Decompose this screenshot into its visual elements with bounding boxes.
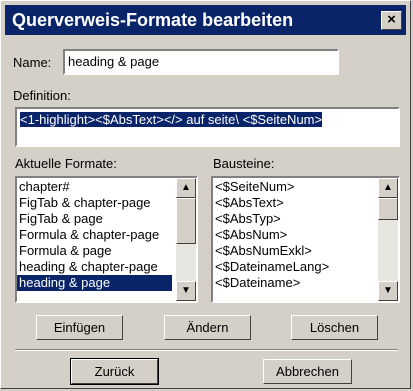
current-formats-list[interactable]: chapter# FigTab & chapter-page FigTab & pa… — [15, 176, 198, 303]
current-formats-label: Aktuelle Formate: — [15, 156, 117, 171]
edit-cross-reference-formats-dialog: Querverweis-Formate bearbeiten × Name: h… — [0, 0, 411, 389]
format-item[interactable]: heading & chapter-page — [17, 259, 172, 275]
definition-label: Definition: — [13, 88, 71, 103]
format-item[interactable]: FigTab & page — [17, 211, 172, 227]
blocks-scrollbar[interactable]: ▲ ▼ — [378, 178, 398, 301]
blocks-list[interactable]: <$SeiteNum> <$AbsText> <$AbsTyp> <$AbsNum> <… — [211, 176, 400, 303]
name-label: Name: — [13, 55, 52, 70]
format-item[interactable]: heading & page — [17, 275, 172, 291]
scroll-up-button[interactable]: ▲ — [378, 178, 398, 198]
block-item[interactable]: <$AbsText> — [213, 195, 378, 211]
separator — [15, 349, 398, 351]
formats-scrollbar[interactable]: ▲ ▼ — [176, 178, 196, 301]
back-button[interactable]: Zurück — [70, 358, 159, 385]
block-item[interactable]: <$AbsNum> — [213, 227, 378, 243]
scroll-thumb[interactable] — [176, 198, 196, 244]
format-item[interactable]: FigTab & chapter-page — [17, 195, 172, 211]
dialog-title: Querverweis-Formate bearbeiten — [12, 10, 294, 30]
scroll-thumb[interactable] — [378, 198, 398, 220]
definition-input[interactable]: <1-highlight><$AbsText></> auf seite\ <$… — [15, 107, 400, 147]
arrow-down-icon: ▼ — [181, 285, 191, 296]
scroll-down-button[interactable]: ▼ — [176, 281, 196, 301]
scroll-down-button[interactable]: ▼ — [378, 281, 398, 301]
format-item[interactable]: Formula & page — [17, 243, 172, 259]
title-bar: Querverweis-Formate bearbeiten × — [5, 5, 406, 35]
scroll-up-button[interactable]: ▲ — [176, 178, 196, 198]
change-button[interactable]: Ändern — [164, 315, 251, 340]
close-button[interactable]: × — [381, 11, 402, 30]
name-input-value: heading & page — [68, 54, 160, 69]
block-item[interactable]: <$AbsTyp> — [213, 211, 378, 227]
block-item[interactable]: <$AbsNumExkl> — [213, 243, 378, 259]
block-item[interactable]: <$DateinameLang> — [213, 259, 378, 275]
close-icon: × — [387, 11, 396, 28]
block-item[interactable]: <$SeiteNum> — [213, 179, 378, 195]
format-item[interactable]: Formula & chapter-page — [17, 227, 172, 243]
arrow-up-icon: ▲ — [383, 182, 393, 193]
format-item[interactable]: chapter# — [17, 179, 172, 195]
arrow-down-icon: ▼ — [383, 285, 393, 296]
insert-button[interactable]: Einfügen — [36, 315, 123, 340]
delete-button[interactable]: Löschen — [291, 315, 378, 340]
block-item[interactable]: <$Dateiname> — [213, 275, 378, 291]
definition-input-value: <1-highlight><$AbsText></> auf seite\ <$… — [20, 112, 323, 127]
name-input[interactable]: heading & page — [63, 49, 339, 75]
blocks-label: Bausteine: — [213, 156, 275, 171]
arrow-up-icon: ▲ — [181, 182, 191, 193]
cancel-button[interactable]: Abbrechen — [263, 359, 352, 384]
